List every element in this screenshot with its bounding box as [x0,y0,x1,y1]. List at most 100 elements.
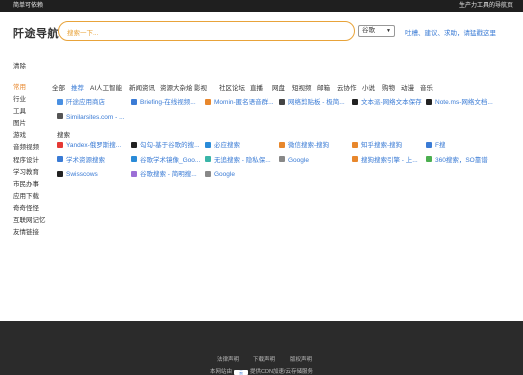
site-link-label: 网络剪贴板 - 极简... [288,99,345,106]
tab[interactable]: 全部 [52,82,65,92]
cdn-notice-prefix: 本网站由 [210,369,233,375]
sidebar-item[interactable]: 友情链接 [13,227,53,239]
feedback-link[interactable]: 吐槽、建议、求助，请猛戳这里 [405,27,496,37]
sidebar-item[interactable]: 音频视频 [13,142,53,154]
site-link[interactable]: Swisscows [57,170,98,179]
site-link[interactable]: Similarsites.com - ... [57,113,125,122]
site-link-label: 谷歌学术镜像_Goo... [140,156,201,164]
tab[interactable]: 音乐 [420,82,433,92]
tab[interactable]: 邮箱 [317,82,330,92]
sidebar-item[interactable]: 互联网记忆 [13,215,53,227]
site-link[interactable]: F搜 [426,141,445,150]
sidebar-item[interactable]: 常用 [13,82,53,94]
sidebar-item[interactable]: 图片 [13,118,53,130]
site-link[interactable]: 谷歌搜索 - 简明搜... [131,170,197,179]
yandex-icon [57,141,63,148]
text-icon [352,98,358,105]
site-link-label: Note.ms-网络文档... [435,99,493,106]
top-bar: 简单可依赖 生产力工具的导航页 [0,0,523,12]
wechat-search-icon [279,141,285,148]
tab[interactable]: 社区论坛 [219,82,245,92]
site-link[interactable]: 搜狗搜索引擎 - 上... [352,156,418,165]
sogou-icon [352,156,358,162]
tab[interactable]: 云协作 [337,82,357,92]
wuzhui-icon [205,156,211,162]
store-icon [57,98,63,105]
site-link[interactable]: 阡途应用商店 [57,98,105,107]
clear-button[interactable]: 清除 [13,60,26,70]
site-link-label: 必应搜索 [214,142,240,149]
site-link-label: 阡途应用商店 [66,99,105,106]
scholar-icon [131,156,137,162]
sidebar-item[interactable]: 奇奇怪怪 [13,203,53,215]
briefing-icon [131,98,137,105]
sidebar-item[interactable]: 学习教育 [13,167,53,179]
tab[interactable]: 购物 [382,82,395,92]
site-link-label: 微信搜索-搜狗 [288,142,330,149]
site-link-label: 学术资源搜索 [66,156,105,164]
site-link[interactable]: 勾勾-基于谷歌的搜... [131,141,200,150]
site-link[interactable]: Google [205,170,235,179]
site-link[interactable]: 无追搜索 - 隐私保... [205,156,271,165]
chevron-down-icon: ▼ [386,28,391,34]
site-logo[interactable]: 阡途导航 [13,25,59,41]
cdn-notice-suffix: 提供CDN加速/云存储服务 [250,369,313,375]
site-link[interactable]: Google [279,156,309,165]
site-link-label: Google [288,156,309,164]
site-link[interactable]: 文本派-网络文本保存 [352,98,422,107]
site-link-label: Similarsites.com - ... [66,113,125,121]
so360-icon [426,156,432,162]
footer-link[interactable]: 下载声明 [253,355,275,363]
tab[interactable]: 直播 [250,82,263,92]
sidebar-item[interactable]: 工具 [13,106,53,118]
site-link[interactable]: Momin-匿名语音群... [205,98,274,107]
site-link-label: 搜狗搜索引擎 - 上... [361,156,418,164]
sidebar-item[interactable]: 应用下载 [13,191,53,203]
site-link-label: Momin-匿名语音群... [214,99,274,106]
site-link-label: F搜 [435,142,446,149]
tab[interactable]: 资源大杂烩 [160,82,193,92]
site-link-label: Swisscows [66,171,98,178]
site-link[interactable]: 谷歌学术镜像_Goo... [131,156,200,165]
site-link-label: Yandex-俄罗斯搜... [66,142,122,149]
footer: 法律声明 下载声明 版权声明 本网站由云提供CDN加速/云存储服务 [0,321,523,375]
site-link[interactable]: 学术资源搜索 [57,156,105,165]
tab[interactable]: 网盘 [272,82,285,92]
swisscows-icon [57,170,63,177]
site-link[interactable]: Note.ms-网络文档... [426,98,493,107]
note-icon [426,98,432,105]
similarsites-icon [57,113,63,119]
tab[interactable]: AI人工智能 [90,82,122,92]
site-link[interactable]: 微信搜索-搜狗 [279,141,329,150]
sidebar-item[interactable]: 市民办事 [13,179,53,191]
slogan: 简单可依赖 [13,3,44,9]
clipboard-icon [279,98,285,105]
tab[interactable]: 短视频 [292,82,312,92]
footer-link[interactable]: 版权声明 [290,355,312,363]
sidebar-item[interactable]: 游戏 [13,130,53,142]
gougou-icon [131,141,137,148]
cloud-provider-logo: 云 [234,369,249,375]
site-link[interactable]: 知乎搜索-搜狗 [352,141,402,150]
section-title-search: 搜索 [57,132,70,139]
search-input[interactable] [67,24,327,43]
sidebar-item[interactable]: 行业 [13,94,53,106]
site-link-label: Briefing-在线视频... [140,99,196,106]
site-link[interactable]: 360搜索，SO靠谱 [426,156,488,165]
search-box[interactable] [58,21,355,43]
tab[interactable]: 推荐 [71,82,84,92]
footer-link[interactable]: 法律声明 [217,355,239,363]
google-simple-icon [131,170,137,177]
search-engine-select[interactable]: 谷歌 ▼ [358,25,395,37]
site-link[interactable]: Yandex-俄罗斯搜... [57,141,121,150]
tab[interactable]: 小说 [362,82,375,92]
tab[interactable]: 影视 [194,82,207,92]
tab[interactable]: 动漫 [401,82,414,92]
site-link[interactable]: 必应搜索 [205,141,240,150]
sidebar-item[interactable]: 程序设计 [13,155,53,167]
site-link[interactable]: Briefing-在线视频... [131,98,196,107]
site-link-label: 谷歌搜索 - 简明搜... [140,171,197,178]
site-link-label: 360搜索，SO靠谱 [435,156,488,164]
site-link[interactable]: 网络剪贴板 - 极简... [279,98,345,107]
tab[interactable]: 新闻资讯 [129,82,155,92]
